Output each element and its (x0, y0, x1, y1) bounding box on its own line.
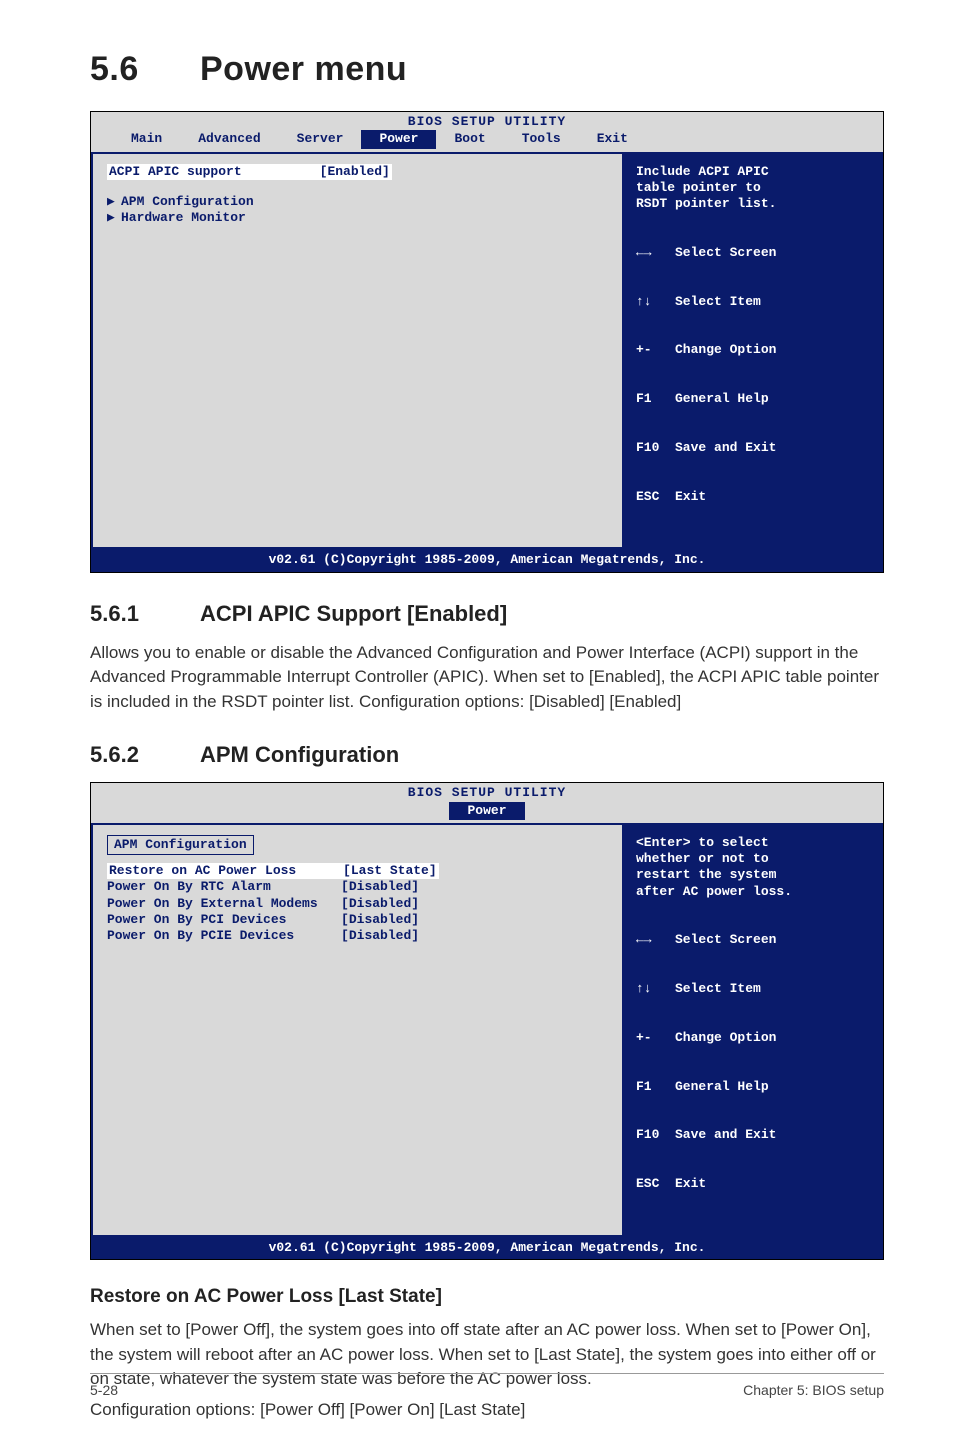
option-value: [Disabled] (341, 912, 419, 927)
submenu-apm-configuration[interactable]: ▶APM Configuration (107, 194, 608, 210)
tab-main[interactable]: Main (113, 130, 180, 148)
option-row[interactable]: Restore on AC Power Loss [Last State] (107, 863, 439, 879)
legend-change-option: +- Change Option (636, 342, 869, 358)
submenu-arrow-icon: ▶ (107, 194, 121, 210)
legend-save-exit: F10 Save and Exit (636, 440, 869, 456)
bios-footer: v02.61 (C)Copyright 1985-2009, American … (91, 549, 883, 571)
legend-save-exit: F10 Save and Exit (636, 1127, 869, 1143)
option-value: [Disabled] (341, 896, 419, 911)
pane-subtitle: APM Configuration (107, 835, 254, 855)
tab-tools[interactable]: Tools (504, 130, 579, 148)
tab-advanced[interactable]: Advanced (180, 130, 278, 148)
subsection-title: ACPI APIC Support [Enabled] (200, 601, 507, 626)
tab-server[interactable]: Server (279, 130, 362, 148)
option-value: [Last State] (343, 863, 437, 878)
option-value: [Disabled] (341, 928, 419, 943)
legend-change-option: +- Change Option (636, 1030, 869, 1046)
submenu-hardware-monitor[interactable]: ▶Hardware Monitor (107, 210, 608, 226)
option-value: [Enabled] (320, 164, 390, 179)
legend-select-screen: ←→ Select Screen (636, 932, 869, 948)
option-value: [Disabled] (341, 879, 419, 894)
legend-select-item: ↑↓ Select Item (636, 981, 869, 997)
option-row[interactable]: Power On By RTC Alarm [Disabled] (107, 879, 608, 895)
bios-screenshot-apm: BIOS SETUP UTILITY Power APM Configurati… (90, 782, 884, 1260)
bios-left-pane: APM Configuration Restore on AC Power Lo… (91, 823, 623, 1237)
bios-key-legend: ←→ Select Screen ↑↓ Select Item +- Chang… (636, 212, 869, 537)
option-label: Power On By RTC Alarm (107, 879, 341, 894)
bios-title: BIOS SETUP UTILITY (91, 112, 883, 130)
page-footer: 5-28 Chapter 5: BIOS setup (90, 1373, 884, 1398)
option-row[interactable]: Power On By External Modems [Disabled] (107, 896, 608, 912)
tab-power[interactable]: Power (449, 802, 524, 820)
bios-help-text: Include ACPI APIC table pointer to RSDT … (636, 164, 869, 213)
subsection-apm-heading: 5.6.2APM Configuration (90, 742, 884, 768)
bios-menubar-single: Power (91, 802, 883, 823)
bios-right-pane: <Enter> to select whether or not to rest… (623, 823, 883, 1237)
subsection-number: 5.6.1 (90, 601, 200, 627)
bios-key-legend: ←→ Select Screen ↑↓ Select Item +- Chang… (636, 900, 869, 1225)
bios-footer: v02.61 (C)Copyright 1985-2009, American … (91, 1237, 883, 1259)
legend-select-screen: ←→ Select Screen (636, 245, 869, 261)
option-label: Restore on AC Power Loss (109, 863, 343, 878)
tab-exit[interactable]: Exit (579, 130, 646, 148)
bios-title: BIOS SETUP UTILITY (91, 783, 883, 801)
option-heading-restore: Restore on AC Power Loss [Last State] (90, 1286, 884, 1308)
body-text: Configuration options: [Power Off] [Powe… (90, 1398, 884, 1423)
legend-exit: ESC Exit (636, 489, 869, 505)
tab-boot[interactable]: Boot (436, 130, 503, 148)
bios-left-pane: ACPI APIC support [Enabled] ▶APM Configu… (91, 152, 623, 550)
page-title: 5.6Power menu (90, 50, 884, 89)
legend-general-help: F1 General Help (636, 391, 869, 407)
bios-panel: APM Configuration Restore on AC Power Lo… (91, 823, 883, 1237)
subsection-number: 5.6.2 (90, 742, 200, 768)
page-number: 5-28 (90, 1382, 118, 1398)
option-acpi-apic-support[interactable]: ACPI APIC support [Enabled] (107, 164, 392, 180)
submenu-label: APM Configuration (121, 194, 254, 209)
submenu-arrow-icon: ▶ (107, 210, 121, 226)
option-label: Power On By External Modems (107, 896, 341, 911)
bios-menubar: Main Advanced Server Power Boot Tools Ex… (91, 130, 883, 151)
bios-help-text: <Enter> to select whether or not to rest… (636, 835, 869, 900)
option-label: Power On By PCIE Devices (107, 928, 341, 943)
submenu-label: Hardware Monitor (121, 210, 246, 225)
option-label: ACPI APIC support (109, 164, 242, 179)
tab-power[interactable]: Power (361, 130, 436, 148)
bios-panel: ACPI APIC support [Enabled] ▶APM Configu… (91, 152, 883, 550)
legend-select-item: ↑↓ Select Item (636, 294, 869, 310)
option-label: Power On By PCI Devices (107, 912, 341, 927)
subsection-title: APM Configuration (200, 742, 399, 767)
option-row[interactable]: Power On By PCIE Devices [Disabled] (107, 928, 608, 944)
section-number: 5.6 (90, 50, 200, 89)
subsection-acpi-heading: 5.6.1ACPI APIC Support [Enabled] (90, 601, 884, 627)
legend-exit: ESC Exit (636, 1176, 869, 1192)
bios-screenshot-power: BIOS SETUP UTILITY Main Advanced Server … (90, 111, 884, 573)
option-row[interactable]: Power On By PCI Devices [Disabled] (107, 912, 608, 928)
section-title: Power menu (200, 50, 407, 88)
legend-general-help: F1 General Help (636, 1079, 869, 1095)
body-text: Allows you to enable or disable the Adva… (90, 641, 884, 715)
chapter-label: Chapter 5: BIOS setup (743, 1382, 884, 1398)
bios-right-pane: Include ACPI APIC table pointer to RSDT … (623, 152, 883, 550)
